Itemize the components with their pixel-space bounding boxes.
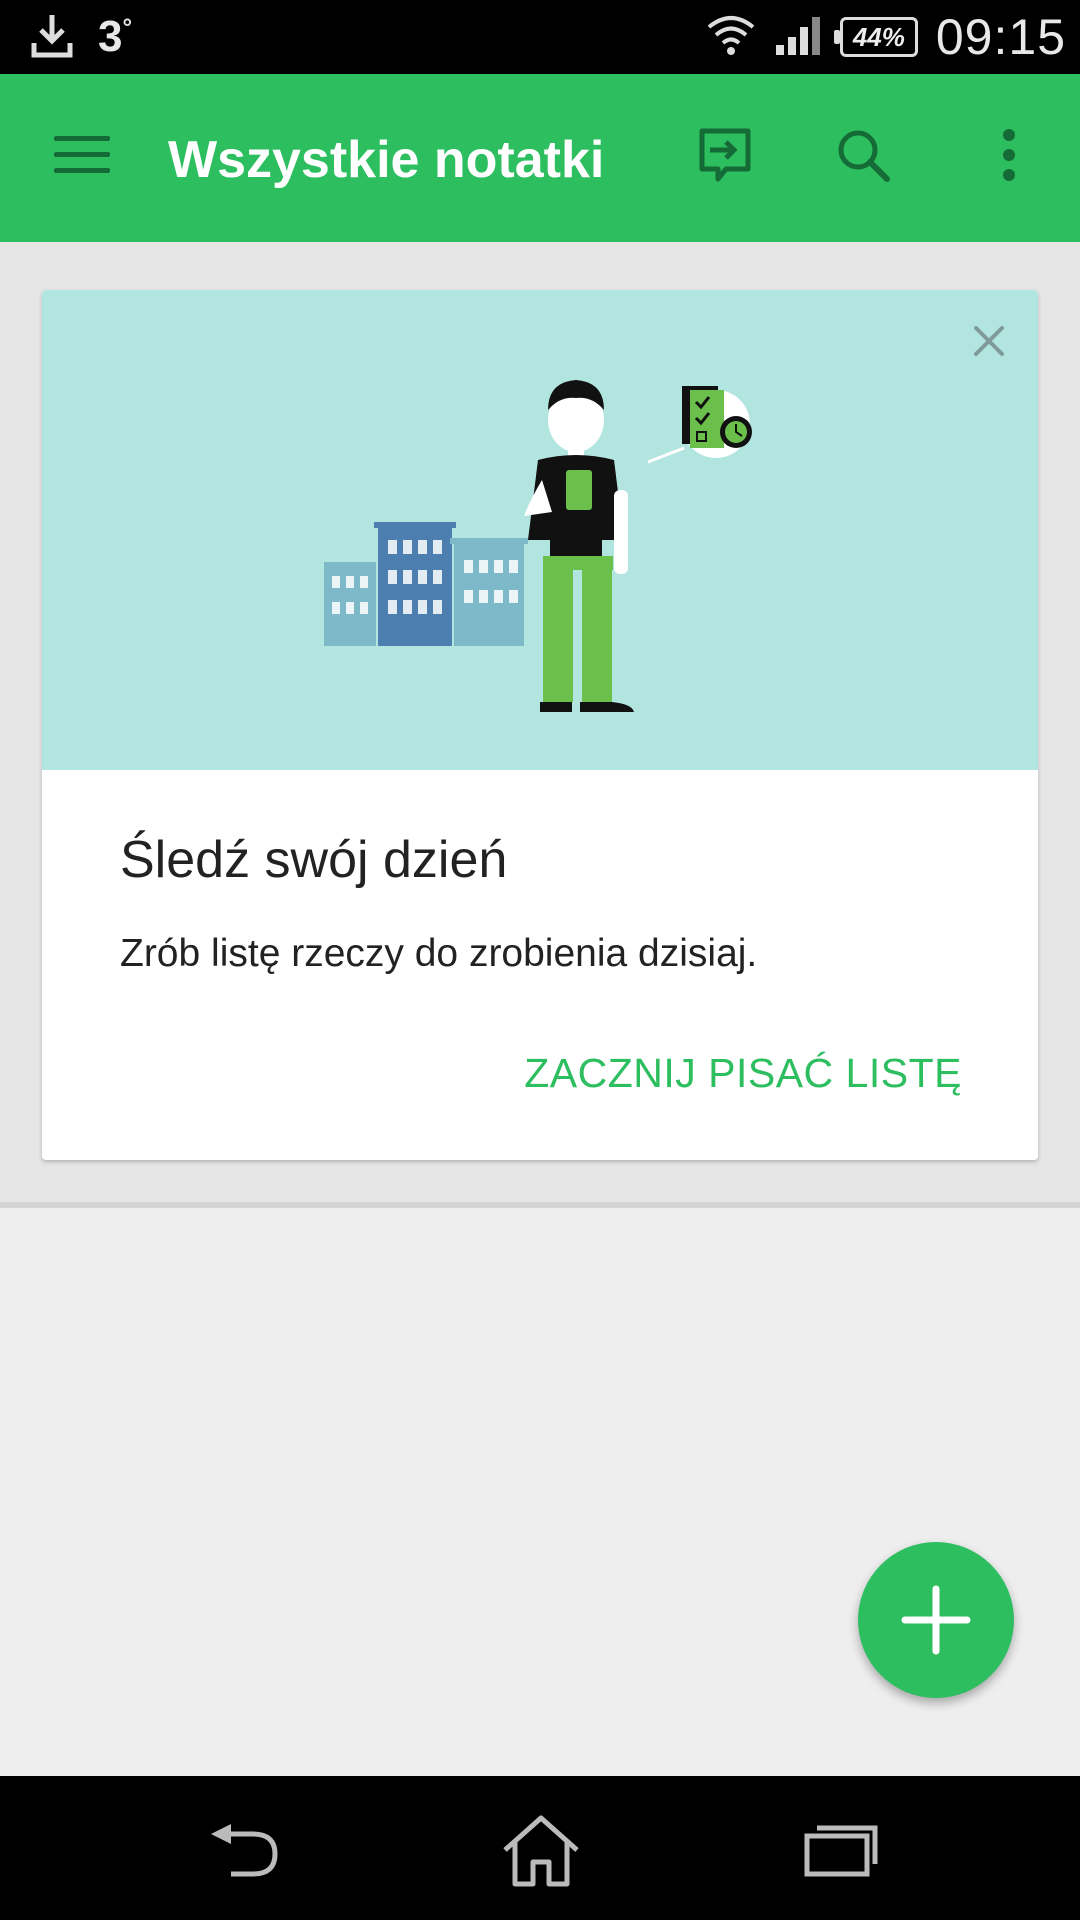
card-title: Śledź swój dzień: [120, 831, 508, 889]
add-note-button[interactable]: [858, 1542, 1014, 1698]
download-icon: [30, 9, 74, 66]
recents-icon[interactable]: [796, 1810, 886, 1890]
buildings-illustration: [324, 522, 528, 646]
plus-icon: [901, 1585, 971, 1655]
menu-icon[interactable]: [50, 130, 114, 182]
back-icon[interactable]: [198, 1810, 288, 1890]
checklist-bubble-illustration: [647, 386, 752, 464]
weather-temperature: 3°: [98, 12, 133, 61]
promo-card: Śledź swój dzień Zrób listę rzeczy do zr…: [42, 290, 1038, 1160]
page-title: Wszystkie notatki: [168, 131, 605, 189]
sync-icon[interactable]: [690, 120, 760, 190]
app-bar: Wszystkie notatki: [0, 74, 1080, 242]
clock: 09:15: [935, 9, 1066, 65]
navigation-bar: [0, 1776, 1080, 1920]
search-icon[interactable]: [828, 120, 898, 190]
wifi-icon: [706, 13, 756, 62]
divider: [0, 1202, 1080, 1208]
home-icon[interactable]: [496, 1810, 586, 1890]
start-list-button[interactable]: ZACZNIJ PISAĆ LISTĘ: [524, 1050, 962, 1097]
status-bar: 3° 44% 09:15: [0, 0, 1080, 74]
card-description: Zrób listę rzeczy do zrobienia dzisiaj.: [120, 932, 758, 975]
signal-icon: [774, 15, 822, 60]
more-vert-icon[interactable]: [974, 120, 1044, 190]
battery-level: 44%: [852, 21, 905, 52]
hero-illustration: [42, 290, 1038, 770]
close-icon[interactable]: [966, 318, 1012, 364]
person-illustration: [524, 380, 634, 712]
battery-icon: 44%: [833, 17, 918, 57]
